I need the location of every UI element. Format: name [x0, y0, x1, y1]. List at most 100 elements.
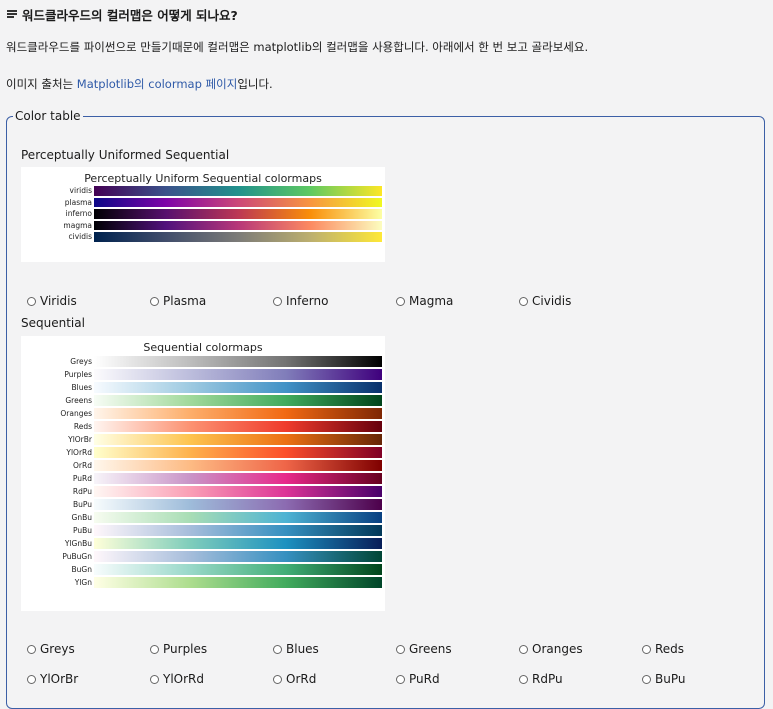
colormap-bar [94, 538, 382, 549]
colormap-row-viridis: viridis [21, 186, 385, 196]
radio-label: Viridis [40, 294, 77, 308]
colormap-row-reds: Reds [21, 421, 385, 432]
radio-button[interactable] [27, 674, 36, 684]
colormap-row-ylorbr: YlOrBr [21, 434, 385, 445]
figure-title: Sequential colormaps [143, 341, 263, 354]
colormap-row-purples: Purples [21, 369, 385, 380]
colormap-bar [94, 220, 382, 230]
radio-button[interactable] [273, 644, 282, 654]
colormap-name: PuRd [72, 473, 92, 483]
radio-label: BuPu [655, 672, 686, 686]
radio-option-greys[interactable]: Greys [27, 642, 75, 656]
question-title: 워드클라우드의 컬러맵은 어떻게 되나요? [6, 5, 238, 24]
radio-option-magma[interactable]: Magma [396, 294, 453, 308]
radio-label: Magma [409, 294, 454, 308]
colormap-name: YlGn [74, 577, 92, 587]
color-table-legend: Color table [15, 109, 81, 123]
colormap-name: Reds [73, 421, 92, 431]
colormap-bar [94, 209, 382, 219]
colormap-bar [94, 408, 382, 419]
perceptual-options: Viridis Plasma Inferno Magma Cividis [27, 294, 767, 310]
radio-option-purd[interactable]: PuRd [396, 672, 440, 686]
radio-option-cividis[interactable]: Cividis [519, 294, 571, 308]
radio-button[interactable] [27, 644, 36, 654]
radio-option-plasma[interactable]: Plasma [150, 294, 206, 308]
colormap-row-ylorrd: YlOrRd [21, 447, 385, 458]
radio-button[interactable] [150, 674, 159, 684]
radio-label: OrRd [286, 672, 317, 686]
radio-label: Inferno [286, 294, 329, 308]
radio-label: PuRd [409, 672, 440, 686]
colormap-row-bugn: BuGn [21, 564, 385, 575]
colormap-row-cividis: cividis [21, 232, 385, 242]
colormap-row-oranges: Oranges [21, 408, 385, 419]
colormap-bar [94, 564, 382, 575]
colormap-row-purd: PuRd [21, 473, 385, 484]
radio-button[interactable] [396, 296, 405, 306]
colormap-name: YlOrBr [68, 434, 92, 444]
colormap-bar [94, 186, 382, 196]
radio-button[interactable] [273, 674, 282, 684]
colormap-row-magma: magma [21, 220, 385, 230]
radio-label: Plasma [163, 294, 207, 308]
description: 워드클라우드를 파이썬으로 만들기때문에 컬러맵은 matplotlib의 컬러… [6, 40, 589, 54]
colormap-name: Greens [65, 395, 92, 405]
radio-button[interactable] [642, 674, 651, 684]
radio-label: Purples [163, 642, 208, 656]
colormap-row-greys: Greys [21, 356, 385, 367]
colormap-page-link[interactable]: Matplotlib의 colormap 페이지 [77, 77, 238, 91]
colormap-bar [94, 369, 382, 380]
radio-option-ylorbr[interactable]: YlOrBr [27, 672, 78, 686]
radio-button[interactable] [27, 296, 36, 306]
radio-option-inferno[interactable]: Inferno [273, 294, 328, 308]
colormap-bar [94, 577, 382, 588]
radio-button[interactable] [396, 644, 405, 654]
section-title-perceptual: Perceptually Uniformed Sequential [21, 148, 230, 162]
radio-button[interactable] [519, 674, 528, 684]
colormap-bar [94, 197, 382, 207]
figure-title: Perceptually Uniform Sequential colormap… [84, 172, 322, 185]
radio-option-rdpu[interactable]: RdPu [519, 672, 563, 686]
colormap-name: YlOrRd [66, 447, 92, 457]
colormap-name: Blues [71, 382, 92, 392]
radio-button[interactable] [519, 644, 528, 654]
radio-option-orrd[interactable]: OrRd [273, 672, 316, 686]
perceptual-colormap-figure: Perceptually Uniform Sequential colormap… [21, 167, 385, 262]
colormap-bar [94, 512, 382, 523]
radio-option-viridis[interactable]: Viridis [27, 294, 77, 308]
radio-label: RdPu [532, 672, 563, 686]
colormap-bar [94, 551, 382, 562]
radio-option-oranges[interactable]: Oranges [519, 642, 583, 656]
colormap-name: magma [63, 220, 92, 230]
radio-button[interactable] [519, 296, 528, 306]
radio-option-bupu[interactable]: BuPu [642, 672, 685, 686]
colormap-name: BuPu [72, 499, 92, 509]
radio-button[interactable] [396, 674, 405, 684]
radio-label: YlOrRd [163, 672, 204, 686]
radio-option-reds[interactable]: Reds [642, 642, 684, 656]
radio-button[interactable] [150, 296, 159, 306]
radio-label: Greens [409, 642, 452, 656]
section-title-sequential: Sequential [21, 316, 85, 330]
colormap-bar [94, 232, 382, 242]
radio-button[interactable] [642, 644, 651, 654]
radio-option-ylorrd[interactable]: YlOrRd [150, 672, 204, 686]
radio-option-blues[interactable]: Blues [273, 642, 319, 656]
radio-button[interactable] [273, 296, 282, 306]
colormap-bar [94, 499, 382, 510]
colormap-name: Purples [64, 369, 92, 379]
colormap-name: Greys [70, 356, 92, 366]
colormap-row-orrd: OrRd [21, 460, 385, 471]
radio-label: Greys [40, 642, 75, 656]
colormap-name: plasma [64, 197, 92, 207]
radio-option-greens[interactable]: Greens [396, 642, 452, 656]
radio-button[interactable] [150, 644, 159, 654]
colormap-bar [94, 395, 382, 406]
colormap-name: Oranges [60, 408, 92, 418]
radio-label: Blues [286, 642, 319, 656]
image-source: 이미지 출처는 Matplotlib의 colormap 페이지입니다. [6, 77, 273, 91]
colormap-row-ylgn: YlGn [21, 577, 385, 588]
colormap-row-plasma: plasma [21, 197, 385, 207]
colormap-bar [94, 525, 382, 536]
radio-option-purples[interactable]: Purples [150, 642, 207, 656]
